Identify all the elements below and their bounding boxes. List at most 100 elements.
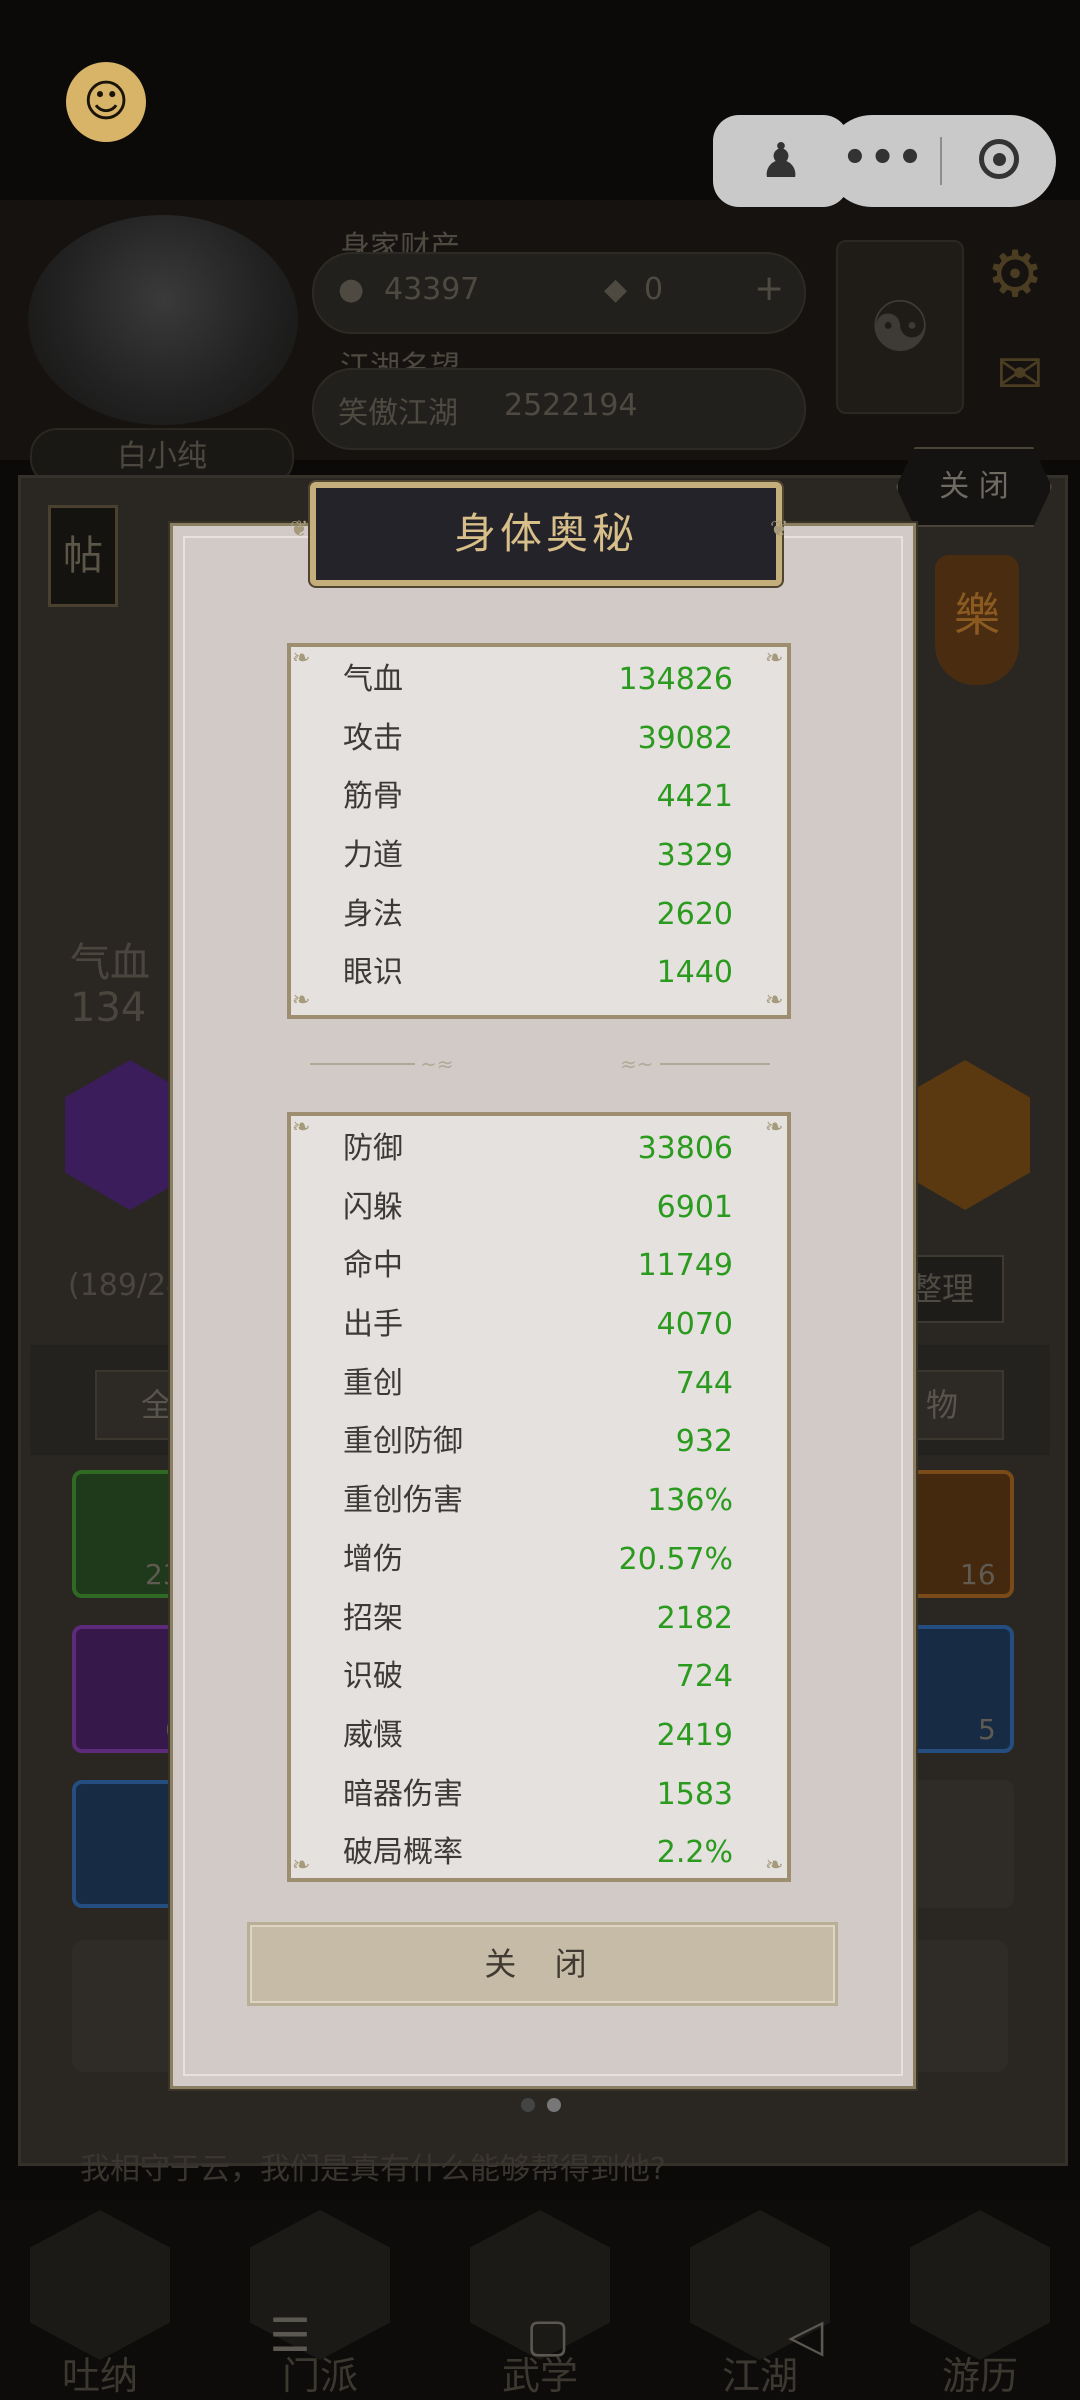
stat-row: 重创伤害 136% — [291, 1472, 787, 1531]
modal-title-plate: 身体奥秘 — [310, 482, 782, 586]
corner-ornament: ❧ — [765, 646, 784, 671]
secondary-stats-list: 防御 33806 闪躲 6901 命中 11749 出手 4070 重创 744 重创防御 932 重创… — [291, 1116, 787, 1878]
stat-label: 识破 — [343, 1659, 403, 1695]
more-dots-icon[interactable]: ••• — [826, 115, 941, 207]
stat-value: 2620 — [656, 896, 733, 932]
stat-value: 2.2% — [656, 1835, 733, 1871]
stat-label: 重创防御 — [343, 1424, 463, 1460]
stat-row: 防御 33806 — [291, 1120, 787, 1179]
stat-value: 6901 — [656, 1189, 733, 1225]
stat-value: 39082 — [637, 720, 733, 756]
divider-line — [660, 1063, 770, 1065]
divider-line — [310, 1063, 415, 1065]
stat-label: 增伤 — [343, 1541, 403, 1577]
invitation-icon[interactable]: 帖 — [48, 505, 118, 607]
title-ornament-right: ❦ — [770, 517, 789, 542]
joystick-icon: ♟ — [759, 133, 803, 189]
gear-icon[interactable]: ⚙ — [980, 240, 1050, 310]
primary-stats-box: 气血 134826 攻击 39082 筋骨 4421 力道 3329 身法 2620 眼识 1440 — [287, 643, 791, 1019]
corner-ornament: ❧ — [765, 988, 784, 1013]
wealth-box: ● 43397 ◆ 0 + — [312, 252, 806, 334]
corner-ornament: ❧ — [765, 1115, 784, 1140]
corner-ornament: ❧ — [292, 646, 311, 671]
back-triangle-icon[interactable]: ◁ — [776, 2305, 836, 2365]
stat-row: 重创防御 932 — [291, 1413, 787, 1472]
stat-row: 招架 2182 — [291, 1590, 787, 1649]
capsule-divider — [940, 137, 942, 185]
modal-close-button[interactable]: 关 闭 — [247, 1922, 838, 2006]
item-count: 5 — [978, 1713, 996, 1746]
stat-row: 破局概率 2.2% — [291, 1824, 787, 1878]
stat-value: 2419 — [656, 1717, 733, 1753]
stat-value: 33806 — [637, 1131, 733, 1166]
stat-row: 筋骨 4421 — [291, 768, 787, 827]
token-icon: ◆ — [604, 272, 628, 307]
stat-row: 闪躲 6901 — [291, 1179, 787, 1238]
stat-row: 增伤 20.57% — [291, 1531, 787, 1590]
panel-close-button[interactable]: 关 闭 — [896, 447, 1052, 527]
stat-value: 1440 — [656, 955, 733, 991]
record-target-icon[interactable] — [979, 139, 1019, 179]
stat-row: 身法 2620 — [291, 886, 787, 945]
gold-amount: 43397 — [384, 272, 480, 307]
player-avatar[interactable] — [28, 215, 298, 425]
stat-value: 2182 — [656, 1600, 733, 1636]
corner-ornament: ❧ — [292, 988, 311, 1013]
page-dot-active — [547, 2098, 561, 2112]
token-amount: 0 — [644, 272, 664, 307]
stat-row: 力道 3329 — [291, 827, 787, 886]
stat-row: 攻击 39082 — [291, 710, 787, 769]
stat-value: 724 — [675, 1659, 733, 1695]
title-ornament-left: ❦ — [290, 517, 309, 542]
taiji-icon[interactable]: ☯ — [836, 240, 964, 414]
stat-row: 眼识 1440 — [291, 944, 787, 1003]
stat-label: 暗器伤害 — [343, 1776, 463, 1812]
stat-row: 识破 724 — [291, 1648, 787, 1707]
stat-row: 气血 134826 — [291, 651, 787, 710]
menu-icon[interactable]: ☰ — [260, 2305, 320, 2365]
stat-label: 身法 — [343, 896, 403, 932]
stat-row: 暗器伤害 1583 — [291, 1766, 787, 1825]
inventory-count: (189/24 — [68, 1268, 186, 1303]
stat-label: 破局概率 — [343, 1835, 463, 1871]
add-token-button[interactable]: + — [754, 268, 784, 309]
stat-label: 招架 — [343, 1600, 403, 1636]
divider-ornament-icon: ≈~ — [620, 1052, 654, 1076]
stat-label: 防御 — [343, 1131, 403, 1166]
nav-breathing[interactable]: 吐纳 — [30, 2345, 170, 2400]
stat-row: 命中 11749 — [291, 1237, 787, 1296]
stat-value: 20.57% — [618, 1541, 733, 1577]
mail-icon[interactable]: ✉ — [985, 347, 1055, 403]
lantern-icon[interactable]: 樂 — [935, 555, 1019, 685]
primary-stats-list: 气血 134826 攻击 39082 筋骨 4421 力道 3329 身法 2620 眼识 1440 — [291, 647, 787, 1003]
mini-program-capsule: ••• — [826, 115, 1056, 207]
stat-row: 出手 4070 — [291, 1296, 787, 1355]
page-dot — [521, 2098, 535, 2112]
stat-label: 威慑 — [343, 1717, 403, 1753]
stat-label: 闪躲 — [343, 1189, 403, 1225]
section-divider: ~≈ ≈~ — [300, 1052, 780, 1076]
divider-ornament-icon: ~≈ — [420, 1052, 454, 1076]
stat-hint-value: 134 — [70, 985, 147, 1031]
fame-title: 笑傲江湖 — [338, 396, 458, 431]
stat-value: 11749 — [637, 1248, 733, 1284]
tip-text: 我相守于云，我们是真有什么能够帮得到他? — [80, 2152, 666, 2187]
item-count: 16 — [960, 1558, 996, 1591]
stat-value: 1583 — [656, 1776, 733, 1812]
stat-label: 攻击 — [343, 720, 403, 756]
corner-ornament: ❧ — [765, 1853, 784, 1878]
stat-label: 气血 — [343, 662, 403, 697]
stat-value: 4070 — [656, 1307, 733, 1343]
home-square-icon[interactable]: ▢ — [518, 2305, 578, 2365]
nav-travel[interactable]: 游历 — [910, 2345, 1050, 2400]
secondary-stats-box[interactable]: 防御 33806 闪躲 6901 命中 11749 出手 4070 重创 744 重创防御 932 重创… — [287, 1112, 791, 1882]
page-indicator — [515, 2097, 567, 2116]
stat-value: 744 — [675, 1365, 733, 1401]
stat-label: 重创 — [343, 1365, 403, 1401]
stat-label: 命中 — [343, 1248, 403, 1284]
stat-label: 出手 — [343, 1307, 403, 1343]
fame-box: 笑傲江湖 2522194 — [312, 368, 806, 450]
gold-icon: ● — [338, 272, 365, 307]
user-profile-icon[interactable]: ☺ — [66, 62, 146, 142]
stat-hint-label: 气血 — [70, 940, 150, 986]
